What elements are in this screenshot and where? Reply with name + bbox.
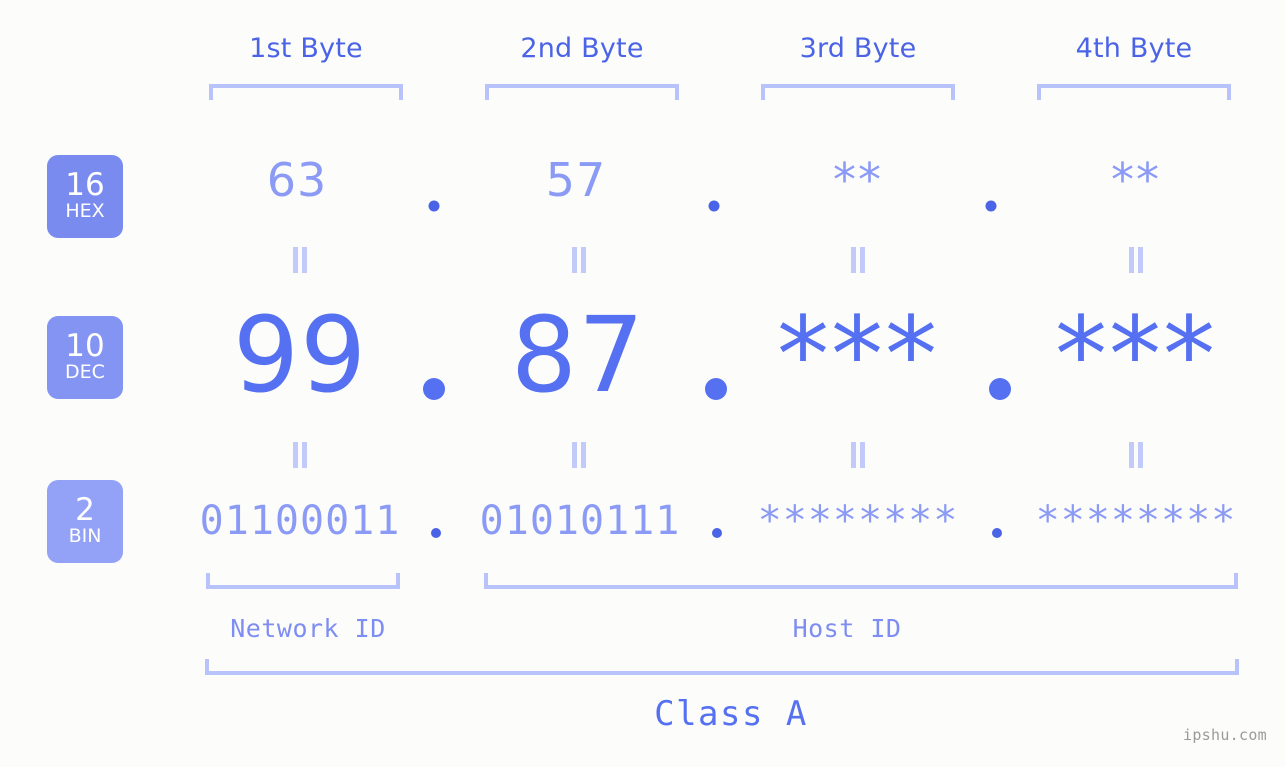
dec-byte-4: *** [1055, 294, 1217, 416]
radix-badge-hex-system: HEX [65, 200, 105, 223]
bin-separator-1 [431, 528, 441, 538]
equals-mark-dec-bin-3 [850, 442, 866, 468]
hex-separator-3 [985, 200, 997, 212]
dec-separator-1 [423, 378, 445, 400]
byte-bracket-top-3 [761, 84, 955, 100]
dec-separator-2 [705, 378, 727, 400]
equals-mark-dec-bin-2 [571, 442, 587, 468]
byte-bracket-top-2 [485, 84, 679, 100]
radix-badge-hex: 16 HEX [47, 155, 123, 238]
radix-badge-bin: 2 BIN [47, 480, 123, 563]
byte-bracket-top-4 [1037, 84, 1231, 100]
bin-byte-1: 01100011 [199, 498, 401, 544]
hex-separator-2 [708, 200, 720, 212]
hex-byte-1: 63 [266, 153, 328, 207]
equals-mark-hex-dec-1 [292, 247, 308, 273]
equals-mark-dec-bin-4 [1128, 442, 1144, 468]
radix-badge-dec: 10 DEC [47, 316, 123, 399]
network-id-bracket [206, 573, 400, 589]
byte-header-4: 4th Byte [1075, 33, 1193, 64]
byte-bracket-top-1 [209, 84, 403, 100]
hex-byte-2: 57 [545, 153, 607, 207]
hex-byte-3: ** [833, 153, 883, 207]
radix-badge-bin-number: 2 [75, 492, 95, 529]
radix-badge-dec-system: DEC [65, 361, 105, 384]
radix-badge-dec-number: 10 [65, 328, 105, 365]
dec-separator-3 [989, 378, 1011, 400]
class-bracket [205, 659, 1239, 675]
bin-separator-3 [992, 528, 1002, 538]
host-id-label: Host ID [792, 614, 902, 643]
bin-byte-2: 01010111 [479, 498, 681, 544]
network-id-label: Network ID [230, 614, 386, 643]
hex-separator-1 [428, 200, 440, 212]
equals-mark-hex-dec-4 [1128, 247, 1144, 273]
bin-byte-3: ******** [757, 498, 959, 544]
dec-byte-2: 87 [510, 294, 646, 416]
ip-address-breakdown-diagram: 1st Byte 2nd Byte 3rd Byte 4th Byte 16 H… [0, 0, 1285, 767]
bin-separator-2 [712, 528, 722, 538]
site-watermark: ipshu.com [1183, 726, 1267, 744]
radix-badge-hex-number: 16 [65, 167, 105, 204]
hex-byte-4: ** [1111, 153, 1161, 207]
radix-badge-bin-system: BIN [68, 525, 102, 548]
bin-byte-4: ******** [1035, 498, 1237, 544]
byte-header-2: 2nd Byte [520, 33, 644, 64]
host-id-bracket [484, 573, 1238, 589]
dec-byte-1: 99 [232, 294, 368, 416]
byte-header-3: 3rd Byte [799, 33, 917, 64]
equals-mark-dec-bin-1 [292, 442, 308, 468]
class-label: Class A [654, 694, 808, 734]
dec-byte-3: *** [777, 294, 939, 416]
byte-header-1: 1st Byte [249, 33, 363, 64]
equals-mark-hex-dec-3 [850, 247, 866, 273]
equals-mark-hex-dec-2 [571, 247, 587, 273]
